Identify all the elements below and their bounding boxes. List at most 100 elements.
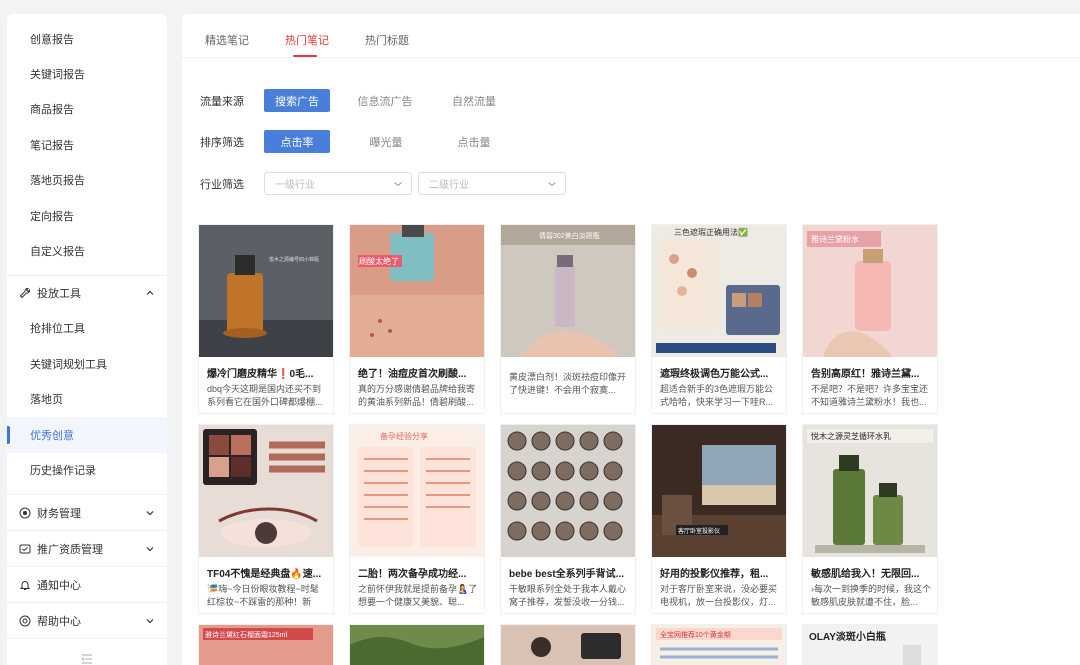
thumb-overlay-text: 悦木之源灵芝循环水乳 bbox=[811, 431, 891, 441]
note-title: 敏感肌给我入！无限回... bbox=[811, 569, 920, 580]
note-thumbnail: 客厅卧室投影仪 bbox=[652, 425, 786, 557]
sidebar-group-label: 帮助中心 bbox=[37, 616, 81, 628]
note-description: 超适合新手的3色遮瑕万能公式哈哈，快来学习一下哇R... bbox=[660, 384, 774, 407]
sidebar-item-rank-tool[interactable]: 抢排位工具 bbox=[7, 310, 167, 346]
chevron-down-icon bbox=[146, 547, 154, 552]
tab-hot-titles[interactable]: 热门标题 bbox=[365, 32, 409, 48]
sidebar-item-label: 商品报告 bbox=[30, 104, 74, 116]
sidebar-item-label: 笔记报告 bbox=[30, 140, 74, 152]
note-description: 不是吧？不是吧？许多宝宝还不知道雅诗兰黛粉水！我也... bbox=[811, 384, 929, 407]
note-card[interactable]: 雅诗兰黛粉水 告别高原红！雅诗兰黛... 不是吧？不是吧？许多宝宝还不知道雅诗兰… bbox=[803, 225, 937, 413]
chevron-down-icon bbox=[548, 182, 556, 187]
active-tab-indicator bbox=[293, 55, 317, 57]
sidebar-item-creative-report[interactable]: 创意报告 bbox=[7, 21, 167, 57]
tab-bar: 精选笔记 热门笔记 热门标题 bbox=[182, 14, 1080, 58]
traffic-option-feed-ads[interactable]: 信息流广告 bbox=[348, 89, 422, 112]
note-title: bebe best全系列手背试... bbox=[509, 569, 625, 580]
sidebar-group-tools[interactable]: 投放工具 bbox=[7, 275, 167, 311]
note-description: ›每次一到换季的时候，我这个敏感肌皮肤就遭不住，脸... bbox=[811, 584, 931, 607]
note-thumbnail: OLAY淡斑小白瓶 bbox=[803, 625, 937, 665]
sidebar-item-excellent-creative[interactable]: 优秀创意 bbox=[7, 417, 167, 453]
thumb-overlay-text: 客厅卧室投影仪 bbox=[678, 527, 720, 535]
tab-hot-notes[interactable]: 热门笔记 bbox=[285, 32, 329, 48]
note-thumbnail: 悦木之源灵芝循环水乳 bbox=[803, 425, 937, 557]
sidebar-item-note-report[interactable]: 笔记报告 bbox=[7, 127, 167, 163]
industry-level1-select[interactable]: 一级行业 bbox=[264, 172, 412, 195]
sidebar-item-landing-report[interactable]: 落地页报告 bbox=[7, 162, 167, 198]
traffic-source-label: 流量来源 bbox=[200, 96, 244, 108]
wrench-icon bbox=[19, 287, 31, 299]
traffic-option-organic[interactable]: 自然流量 bbox=[442, 89, 506, 112]
note-card[interactable]: 备孕经验分享 二胎！两次备孕成功经... 之前怀伊我就是提前备孕🤱了想要一个健康… bbox=[350, 425, 484, 613]
sidebar-group-finance[interactable]: 财务管理 bbox=[7, 495, 167, 531]
sidebar-item-product-report[interactable]: 商品报告 bbox=[7, 91, 167, 127]
sidebar-group-label: 通知中心 bbox=[37, 580, 81, 592]
sidebar-group-help[interactable]: 帮助中心 bbox=[7, 603, 167, 639]
sidebar-item-label: 历史操作记录 bbox=[30, 465, 96, 477]
industry-level2-placeholder: 二级行业 bbox=[429, 180, 469, 191]
note-card[interactable]: 全宝网推荐10个黄金期 bbox=[652, 625, 786, 665]
sidebar-item-custom-report[interactable]: 自定义报告 bbox=[7, 233, 167, 269]
note-card[interactable]: 三色遮瑕正确用法✅ 遮瑕终极调色万能公式... 超适合新手的3色遮瑕万能公式哈哈… bbox=[652, 225, 786, 413]
help-icon bbox=[19, 615, 31, 627]
industry-level2-select[interactable]: 二级行业 bbox=[418, 172, 566, 195]
note-title: TF04不愧是经典盘🔥速... bbox=[207, 569, 322, 580]
note-thumbnail: 雅诗兰黛红石榴面霜125ml bbox=[199, 625, 333, 665]
industry-level1-placeholder: 一级行业 bbox=[275, 180, 315, 191]
note-card[interactable]: OLAY淡斑小白瓶 bbox=[803, 625, 937, 665]
sort-option-impressions[interactable]: 曝光量 bbox=[354, 130, 418, 153]
traffic-option-search-ads[interactable]: 搜索广告 bbox=[264, 89, 330, 112]
note-title: 二胎！两次备孕成功经... bbox=[358, 569, 467, 580]
sidebar-item-label: 创意报告 bbox=[30, 34, 74, 46]
thumb-overlay-text: 悦木之源编号四小棉瓶 bbox=[269, 256, 319, 263]
bell-icon bbox=[19, 581, 31, 590]
chevron-down-icon bbox=[146, 619, 154, 624]
thumb-overlay-text: 全宝网推荐10个黄金期 bbox=[660, 630, 731, 639]
note-card[interactable]: 倩碧302美白淡斑瓶 黄皮漂白剂！淡斑祛痘印像开了快进键！不会用个寂寞... bbox=[501, 225, 635, 413]
note-thumbnail: 刷酸太绝了 bbox=[350, 225, 484, 357]
sidebar-item-label: 自定义报告 bbox=[30, 246, 85, 258]
tab-featured-notes[interactable]: 精选笔记 bbox=[205, 32, 249, 48]
note-description: 黄皮漂白剂！淡斑祛痘印像开了快进键！不会用个寂寞... bbox=[509, 372, 627, 395]
note-description: 🎏嗨~今日份眼妆教程~时髦红棕妆~不踩雷的那种！新手... bbox=[207, 584, 319, 607]
note-thumbnail: 倩碧302美白淡斑瓶 bbox=[501, 225, 635, 357]
sidebar-item-keyword-planner[interactable]: 关键词规划工具 bbox=[7, 346, 167, 382]
note-card[interactable]: 客厅卧室投影仪 好用的投影仪推荐，租... 对于客厅卧室来说，没必要买电视机，放… bbox=[652, 425, 786, 613]
sort-option-ctr[interactable]: 点击率 bbox=[264, 130, 330, 153]
sidebar-item-targeting-report[interactable]: 定向报告 bbox=[7, 198, 167, 234]
sidebar-group-notification[interactable]: 通知中心 bbox=[7, 567, 167, 603]
note-card[interactable]: 悦木之源灵芝循环水乳 敏感肌给我入！无限回... ›每次一到换季的时候，我这个敏… bbox=[803, 425, 937, 613]
note-title: 爆冷门磨皮精华❗️0毛... bbox=[207, 369, 314, 380]
main-panel: 精选笔记 热门笔记 热门标题 流量来源 搜索广告 信息流广告 自然流量 排序筛选… bbox=[182, 14, 1080, 665]
sort-label: 排序筛选 bbox=[200, 137, 244, 149]
note-card[interactable]: bebe best全系列手背试... 干敏眼系列全处于我本人戴心窝子推荐，发誓没… bbox=[501, 425, 635, 613]
chevron-up-icon bbox=[146, 290, 154, 295]
collapse-sidebar-icon[interactable] bbox=[81, 654, 93, 664]
note-card[interactable]: 雅诗兰黛红石榴面霜125ml bbox=[199, 625, 333, 665]
note-title: 绝了！油痘皮首次刷酸... bbox=[358, 369, 467, 380]
note-thumbnail bbox=[501, 425, 635, 557]
note-thumbnail bbox=[350, 625, 484, 665]
note-thumbnail: 全宝网推荐10个黄金期 bbox=[652, 625, 786, 665]
sort-option-clicks[interactable]: 点击量 bbox=[442, 130, 506, 153]
note-thumbnail: 悦木之源编号四小棉瓶 bbox=[199, 225, 333, 357]
note-card[interactable]: 悦木之源编号四小棉瓶 爆冷门磨皮精华❗️0毛... dbq今天这期是国内还买不到… bbox=[199, 225, 333, 413]
note-description: 真的万分感谢倩碧品牌给我寄的黄油系列新品！倩碧刷酸... bbox=[358, 384, 476, 407]
sidebar-divider bbox=[7, 638, 167, 639]
note-card[interactable] bbox=[501, 625, 635, 665]
finance-icon bbox=[19, 507, 31, 519]
sidebar-item-keyword-report[interactable]: 关键词报告 bbox=[7, 56, 167, 92]
note-card[interactable]: TF04不愧是经典盘🔥速... 🎏嗨~今日份眼妆教程~时髦红棕妆~不踩雷的那种！… bbox=[199, 425, 333, 613]
sidebar-group-qualification[interactable]: 推广资质管理 bbox=[7, 531, 167, 567]
sidebar-item-landing-page[interactable]: 落地页 bbox=[7, 381, 167, 417]
thumb-overlay-text: 三色遮瑕正确用法✅ bbox=[674, 227, 748, 237]
certificate-icon bbox=[19, 544, 31, 554]
sidebar-item-label: 关键词报告 bbox=[30, 69, 85, 81]
note-card[interactable] bbox=[350, 625, 484, 665]
thumb-overlay-text: 刷酸太绝了 bbox=[359, 256, 399, 266]
note-card[interactable]: 刷酸太绝了 绝了！油痘皮首次刷酸... 真的万分感谢倩碧品牌给我寄的黄油系列新品… bbox=[350, 225, 484, 413]
sidebar-item-label: 落地页报告 bbox=[30, 175, 85, 187]
sidebar-item-history[interactable]: 历史操作记录 bbox=[7, 452, 167, 488]
note-title: 遮瑕终极调色万能公式... bbox=[660, 369, 769, 380]
note-description: 对于客厅卧室来说，没必要买电视机，放一台投影仪，灯... bbox=[660, 584, 778, 607]
